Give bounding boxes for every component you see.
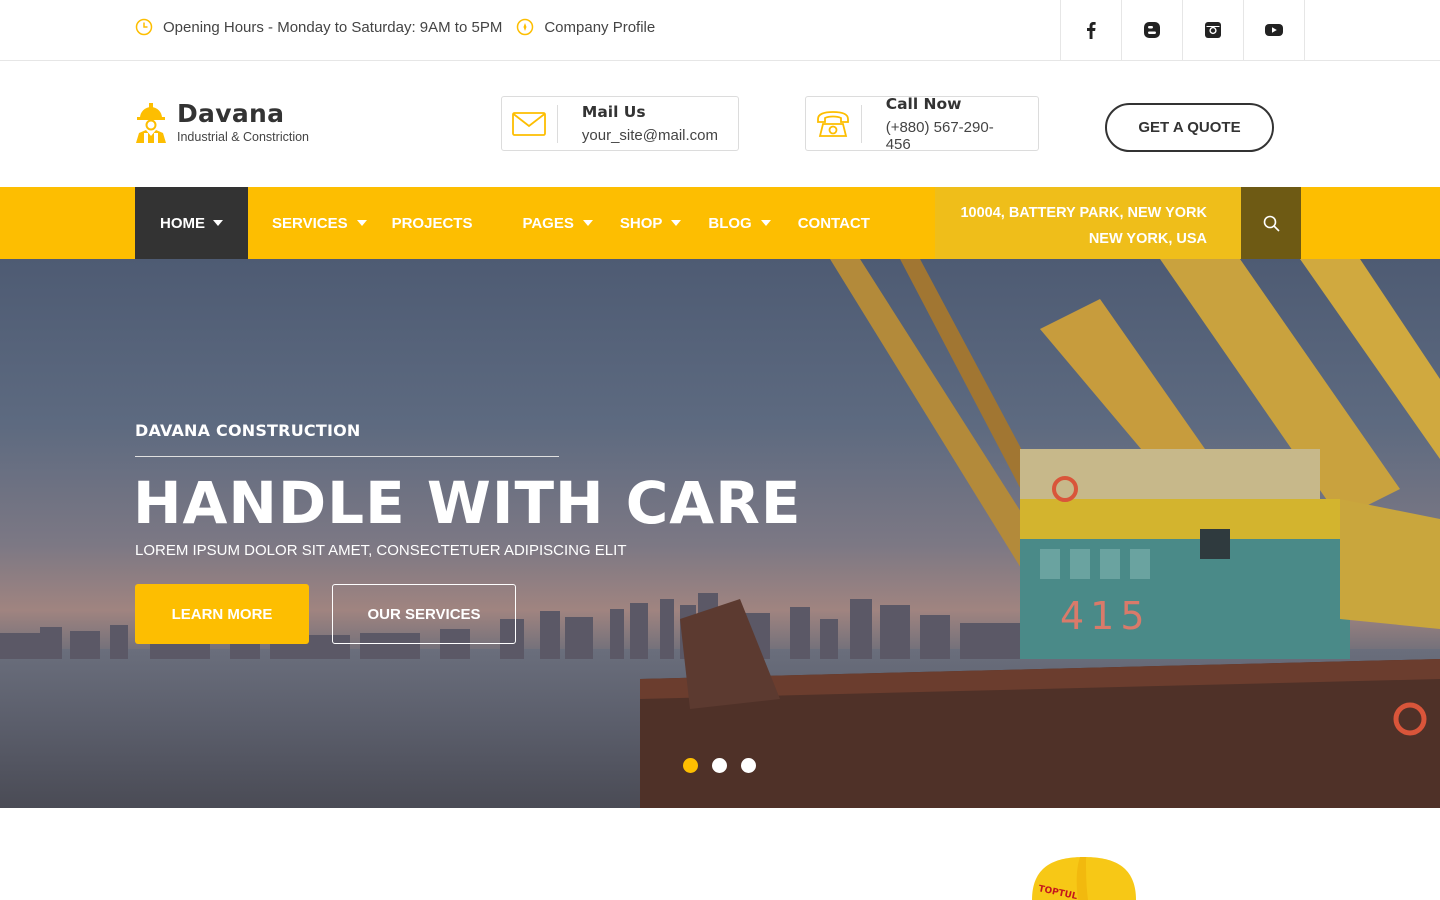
telephone-icon bbox=[817, 110, 850, 137]
call-now-box[interactable]: Call Now (+880) 567-290-456 bbox=[805, 94, 1039, 153]
nav-home[interactable]: HOME bbox=[135, 187, 248, 259]
hero-slider: 415 DAVANA CONSTRUCTION HANDLE WITH CARE… bbox=[0, 259, 1440, 808]
site-header: Davana Industrial & Constriction Mail Us… bbox=[0, 61, 1440, 187]
search-icon bbox=[1263, 215, 1280, 232]
facebook-icon bbox=[1087, 22, 1096, 39]
clock-icon bbox=[135, 18, 153, 36]
main-nav: HOME SERVICES PROJECTS PAGES SHOP BLOG C… bbox=[135, 187, 870, 259]
nav-pages-label: PAGES bbox=[522, 214, 574, 232]
nav-services-label: SERVICES bbox=[272, 214, 348, 232]
instagram-link[interactable] bbox=[1183, 0, 1244, 60]
caret-down-icon bbox=[582, 220, 593, 226]
nav-blog[interactable]: BLOG bbox=[708, 187, 771, 259]
brand-tagline: Industrial & Constriction bbox=[177, 130, 310, 144]
address-line-2: NEW YORK, USA bbox=[1088, 231, 1207, 247]
hero-divider bbox=[135, 456, 559, 457]
brand-name: Davana bbox=[177, 99, 285, 128]
address-line-1: 10004, BATTERY PARK, NEW YORK bbox=[960, 205, 1207, 221]
call-now-title: Call Now bbox=[885, 94, 962, 113]
caret-down-icon bbox=[356, 220, 367, 226]
mail-us-box[interactable]: Mail Us your_site@mail.com bbox=[501, 96, 739, 151]
logo[interactable]: Davana Industrial & Constriction bbox=[131, 100, 309, 144]
slider-dots bbox=[683, 758, 770, 773]
instagram-icon bbox=[1205, 22, 1221, 38]
hero-eyebrow: DAVANA CONSTRUCTION bbox=[135, 421, 361, 440]
opening-hours: Opening Hours - Monday to Saturday: 9AM … bbox=[135, 18, 502, 36]
facebook-link[interactable] bbox=[1061, 0, 1122, 60]
worker-helmet-icon bbox=[136, 103, 166, 143]
social-links bbox=[1060, 0, 1305, 60]
blogger-icon bbox=[1144, 22, 1160, 38]
mail-us-value: your_site@mail.com bbox=[581, 127, 718, 144]
compass-icon bbox=[517, 18, 534, 36]
call-now-value: (+880) 567-290-456 bbox=[885, 118, 994, 153]
nav-shop-label: SHOP bbox=[619, 214, 663, 232]
slider-dot-3[interactable] bbox=[741, 758, 756, 773]
caret-down-icon bbox=[671, 220, 682, 226]
nav-blog-label: BLOG bbox=[708, 214, 752, 232]
main-nav-bar: HOME SERVICES PROJECTS PAGES SHOP BLOG C… bbox=[0, 187, 1440, 259]
address-block: 10004, BATTERY PARK, NEW YORK NEW YORK, … bbox=[935, 187, 1241, 259]
nav-services[interactable]: SERVICES bbox=[272, 187, 367, 259]
youtube-link[interactable] bbox=[1244, 0, 1305, 60]
caret-down-icon bbox=[760, 220, 771, 226]
hero-headline: HANDLE WITH CARE bbox=[133, 469, 802, 537]
nav-home-label: HOME bbox=[160, 214, 205, 232]
hard-hat-image: TOPTUL bbox=[1032, 857, 1136, 900]
opening-hours-text: Opening Hours - Monday to Saturday: 9AM … bbox=[163, 18, 503, 36]
nav-contact[interactable]: CONTACT bbox=[798, 187, 870, 259]
hero-subtitle: LOREM IPSUM DOLOR SIT AMET, CONSECTETUER… bbox=[135, 542, 627, 559]
learn-more-button[interactable]: LEARN MORE bbox=[135, 584, 309, 644]
search-button[interactable] bbox=[1241, 187, 1301, 259]
company-profile-text: Company Profile bbox=[544, 18, 656, 36]
our-services-button[interactable]: OUR SERVICES bbox=[332, 584, 516, 644]
slider-dot-1[interactable] bbox=[683, 758, 698, 773]
caret-down-icon bbox=[213, 220, 223, 226]
get-a-quote-button[interactable]: GET A QUOTE bbox=[1105, 103, 1274, 152]
youtube-icon bbox=[1265, 24, 1283, 36]
nav-projects[interactable]: PROJECTS bbox=[392, 187, 473, 259]
nav-pages[interactable]: PAGES bbox=[522, 187, 593, 259]
blogger-link[interactable] bbox=[1122, 0, 1183, 60]
mail-us-title: Mail Us bbox=[581, 103, 646, 121]
nav-projects-label: PROJECTS bbox=[391, 214, 473, 232]
envelope-icon bbox=[512, 111, 547, 136]
nav-shop[interactable]: SHOP bbox=[620, 187, 682, 259]
slider-dot-2[interactable] bbox=[712, 758, 727, 773]
top-bar: Opening Hours - Monday to Saturday: 9AM … bbox=[0, 0, 1440, 61]
company-profile-link[interactable]: Company Profile bbox=[516, 18, 655, 36]
svg-text:415: 415 bbox=[1060, 594, 1151, 638]
top-info: Opening Hours - Monday to Saturday: 9AM … bbox=[135, 18, 669, 36]
nav-contact-label: CONTACT bbox=[797, 214, 870, 232]
